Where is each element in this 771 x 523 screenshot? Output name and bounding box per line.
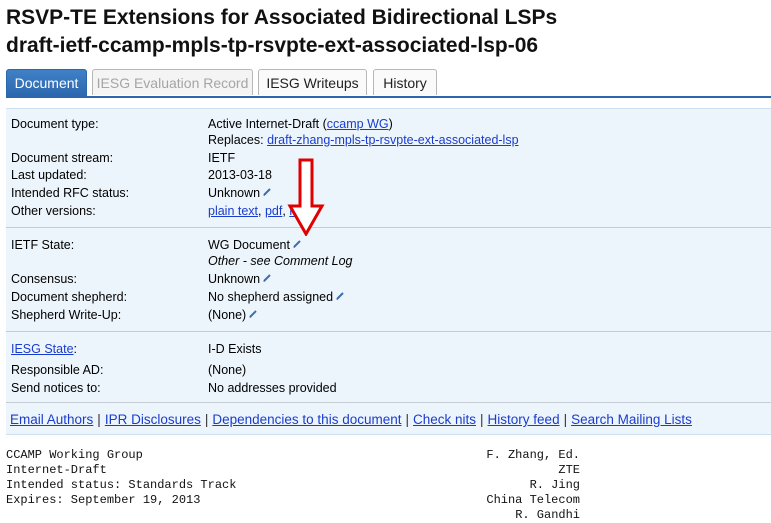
divider (6, 402, 771, 403)
wg-link[interactable]: ccamp WG (327, 117, 389, 131)
pencil-icon[interactable] (335, 289, 345, 300)
writeup-label: Shepherd Write-Up: (11, 308, 122, 322)
ipr-disclosures-link[interactable]: IPR Disclosures (105, 412, 201, 427)
doc-type-text: Active Internet-Draft ( (208, 117, 327, 131)
tab-iesg-writeups[interactable]: IESG Writeups (258, 69, 367, 95)
doc-type-close: ) (388, 117, 393, 131)
consensus-row: Unknown (208, 271, 272, 287)
divider (6, 331, 771, 332)
doc-type-label: Document type: (11, 117, 99, 131)
writeup-value: (None) (208, 308, 247, 322)
pencil-icon[interactable] (262, 185, 272, 196)
doc-line: China Telecom (486, 493, 580, 507)
check-nits-link[interactable]: Check nits (413, 412, 476, 427)
ietf-state-note: Other - see Comment Log (208, 254, 353, 268)
ad-value: (None) (208, 363, 247, 377)
stream-value: IETF (208, 151, 236, 165)
rfc-status-label: Intended RFC status: (11, 186, 130, 200)
draft-name: draft-ietf-ccamp-mpls-tp-rsvpte-ext-asso… (6, 34, 539, 57)
rfc-status-value: Unknown (208, 186, 261, 200)
doc-line: CCAMP Working Group (6, 448, 143, 462)
doc-text-right: F. Zhang, Ed. ZTE R. Jing China Telecom R. G… (430, 448, 580, 523)
writeup-row: (None) (208, 307, 258, 323)
ad-label: Responsible AD: (11, 363, 104, 377)
tab-history[interactable]: History (373, 69, 437, 95)
version-plain-text-link[interactable]: plain text (208, 204, 258, 218)
doc-type-value: Active Internet-Draft (ccamp WG) (208, 116, 393, 132)
ietf-state-value: WG Document (208, 238, 290, 252)
tab-iesg-evaluation-record[interactable]: IESG Evaluation Record (92, 69, 253, 95)
version-pdf-link[interactable]: pdf (265, 204, 282, 218)
tab-underline (6, 96, 771, 98)
doc-line: Expires: September 19, 2013 (6, 493, 201, 507)
shepherd-row: No shepherd assigned (208, 289, 345, 305)
tab-document[interactable]: Document (6, 69, 87, 97)
doc-line: F. Zhang, Ed. (486, 448, 580, 462)
dependencies-link[interactable]: Dependencies to this document (212, 412, 401, 427)
ietf-state-label: IETF State: (11, 238, 75, 252)
replaces-prefix: Replaces: (208, 133, 268, 147)
pencil-icon[interactable] (248, 307, 258, 318)
versions-label: Other versions: (11, 204, 96, 218)
page-title: RSVP-TE Extensions for Associated Bidire… (6, 6, 558, 29)
replaces-row: Replaces: draft-zhang-mpls-tp-rsvpte-ext… (208, 132, 519, 148)
notices-label: Send notices to: (11, 381, 101, 395)
stream-label: Document stream: (11, 151, 114, 165)
document-info-panel: Document type: Active Internet-Draft (cc… (6, 108, 771, 435)
consensus-value: Unknown (208, 272, 261, 286)
consensus-label: Consensus: (11, 272, 78, 286)
doc-line: Internet-Draft (6, 463, 107, 477)
divider (6, 227, 771, 228)
document-action-links: Email Authors | IPR Disclosures | Dependenci… (10, 412, 692, 427)
search-mailing-lists-link[interactable]: Search Mailing Lists (571, 412, 692, 427)
notices-value: No addresses provided (208, 381, 337, 395)
doc-text-left: CCAMP Working Group Internet-Draft Intende… (6, 448, 236, 508)
iesg-state-link[interactable]: IESG State (11, 342, 74, 356)
doc-line: Intended status: Standards Track (6, 478, 237, 492)
rfc-status-row: Unknown (208, 185, 272, 201)
updated-value: 2013-03-18 (208, 168, 272, 182)
ietf-state-row: WG Document (208, 237, 302, 253)
pencil-icon[interactable] (292, 237, 302, 248)
iesg-state-label-row: IESG State: (11, 341, 77, 357)
iesg-state-value: I-D Exists (208, 342, 262, 356)
shepherd-value: No shepherd assigned (208, 290, 334, 304)
history-feed-link[interactable]: History feed (488, 412, 560, 427)
email-authors-link[interactable]: Email Authors (10, 412, 93, 427)
doc-line: R. Jing (529, 478, 580, 492)
iesg-state-colon: : (73, 342, 78, 356)
shepherd-label: Document shepherd: (11, 290, 128, 304)
red-down-arrow-icon (287, 158, 325, 236)
updated-label: Last updated: (11, 168, 87, 182)
doc-line: ZTE (558, 463, 580, 477)
pencil-icon[interactable] (262, 271, 272, 282)
replaces-link[interactable]: draft-zhang-mpls-tp-rsvpte-ext-associate… (267, 133, 518, 147)
